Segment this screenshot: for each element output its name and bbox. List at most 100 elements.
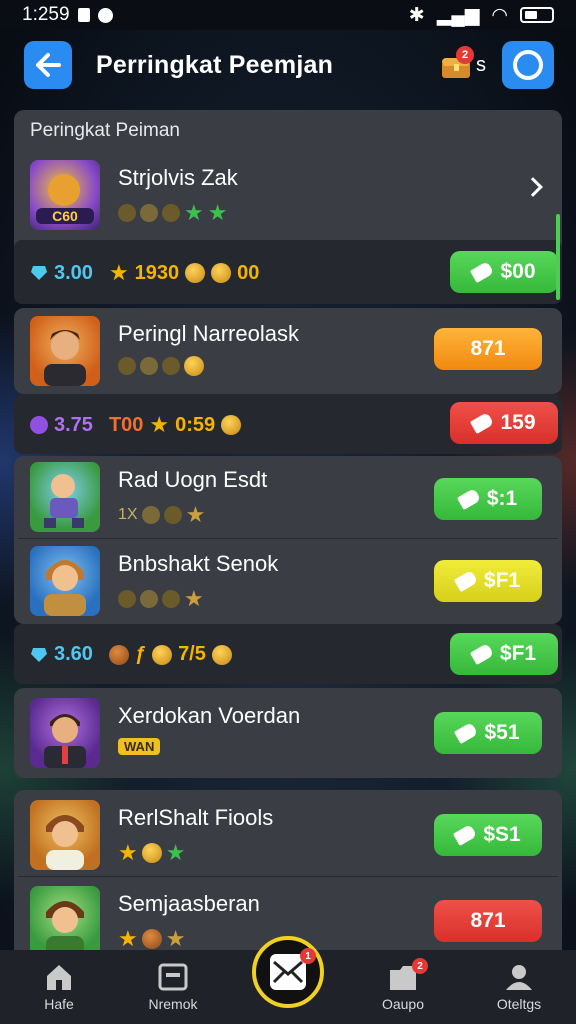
price-button[interactable]: $:1 bbox=[434, 478, 542, 520]
player-row[interactable]: Xerdokan Voerdan WAN $51 bbox=[18, 688, 560, 772]
price-button[interactable]: $F1 bbox=[434, 560, 542, 602]
settings-button[interactable] bbox=[502, 41, 554, 89]
stats-line: 3.60 ƒ 7/5 bbox=[30, 643, 232, 666]
screen-icon bbox=[158, 963, 188, 991]
profile-icon bbox=[506, 965, 532, 990]
app-icon bbox=[97, 7, 113, 23]
badge-icon bbox=[163, 506, 182, 524]
nav-badge: 2 bbox=[412, 958, 428, 974]
wifi-icon: ◠ bbox=[491, 4, 508, 26]
bluetooth-icon: ✱ bbox=[408, 4, 425, 26]
star-icon: ★ bbox=[184, 200, 204, 225]
nav-settings[interactable]: Oteltgs bbox=[474, 962, 564, 1012]
tag-icon bbox=[469, 642, 495, 666]
badge-icon bbox=[118, 357, 136, 375]
badge-icon bbox=[140, 357, 158, 375]
star-icon: ★ bbox=[185, 502, 206, 527]
gem-icon bbox=[31, 266, 47, 280]
star-icon: ★ bbox=[165, 840, 186, 865]
gem-value: 3.00 bbox=[54, 261, 93, 284]
stats-line: 3.75 T00 ★ 0:59 bbox=[30, 412, 242, 438]
player-row[interactable]: Rad Uogn Esdt 1X ★ $:1 bbox=[18, 452, 560, 536]
player-badges: 1X ★ bbox=[118, 502, 205, 528]
player-name: Bnbshakt Senok bbox=[118, 551, 279, 576]
nav-label: Oteltgs bbox=[496, 996, 542, 1012]
price-label: 871 bbox=[470, 909, 506, 932]
nav-network[interactable]: Nremok bbox=[128, 962, 218, 1012]
stat-mid: 1930 bbox=[134, 261, 180, 284]
gem-value: 3.60 bbox=[54, 643, 93, 665]
price-button[interactable]: $F1 bbox=[450, 633, 558, 675]
player-name: Semjaasberan bbox=[118, 891, 260, 916]
player-badges: WAN bbox=[118, 738, 161, 755]
nav-group[interactable]: 2 Oaupo bbox=[358, 958, 448, 1012]
badge-icon bbox=[162, 357, 180, 375]
amethyst-icon bbox=[30, 416, 48, 434]
stats-line: 3.00 ★ 1930 00 bbox=[30, 260, 259, 286]
coin-icon bbox=[141, 929, 162, 949]
stat-mid: T00 bbox=[108, 413, 144, 436]
home-icon bbox=[47, 965, 71, 990]
player-avatar: C60 bbox=[30, 160, 100, 230]
coin-icon bbox=[211, 644, 232, 665]
nav-label: Nremok bbox=[148, 996, 198, 1012]
coin-icon bbox=[211, 263, 232, 283]
price-label: $F1 bbox=[483, 569, 521, 592]
badge-icon bbox=[162, 204, 180, 222]
price-label: $51 bbox=[484, 721, 520, 744]
treasure-chest-button[interactable]: 2 bbox=[440, 46, 474, 80]
badge-icon bbox=[140, 204, 158, 222]
tag-icon bbox=[456, 487, 481, 511]
player-name: Peringl Narreolask bbox=[118, 321, 299, 346]
player-badges bbox=[118, 356, 204, 376]
price-label: $F1 bbox=[499, 642, 537, 665]
stat-sep: ƒ bbox=[134, 643, 147, 665]
back-button[interactable] bbox=[24, 41, 72, 89]
badge-icon bbox=[162, 590, 180, 608]
badge-icon bbox=[118, 204, 136, 222]
section-title: Peringkat Peiman bbox=[30, 120, 180, 141]
player-row[interactable]: Bnbshakt Senok ★ $F1 bbox=[18, 536, 560, 620]
badge-icon bbox=[140, 590, 158, 608]
badge-icon bbox=[141, 506, 160, 524]
player-row[interactable]: Peringl Narreolask 871 bbox=[18, 306, 560, 390]
gem-value: 3.75 bbox=[54, 413, 93, 436]
svg-text:C60: C60 bbox=[52, 208, 78, 224]
stat-time: 0:59 bbox=[175, 413, 216, 436]
clock: 1:259 bbox=[22, 4, 70, 25]
coin-icon bbox=[185, 263, 206, 283]
chest-suffix: s bbox=[476, 54, 486, 76]
player-row[interactable]: RerlShalt Fiools ★ ★ $S1 bbox=[18, 790, 560, 874]
price-button[interactable]: 871 bbox=[434, 328, 542, 370]
player-avatar bbox=[30, 462, 100, 532]
price-button[interactable]: $00 bbox=[450, 251, 558, 293]
badge-text: 1X bbox=[118, 506, 138, 523]
price-button[interactable]: 871 bbox=[434, 900, 542, 942]
price-button[interactable]: 159 bbox=[450, 402, 558, 444]
notification-icon bbox=[77, 8, 90, 22]
player-avatar bbox=[30, 698, 100, 768]
player-avatar bbox=[30, 316, 100, 386]
player-badges: ★ ★ bbox=[118, 840, 185, 866]
player-badges: ★ bbox=[118, 586, 204, 612]
tag-icon bbox=[470, 260, 495, 284]
player-tag: WAN bbox=[118, 738, 161, 755]
player-name: RerlShalt Fiools bbox=[118, 805, 274, 830]
player-name: Rad Uogn Esdt bbox=[118, 467, 268, 492]
scroll-indicator[interactable] bbox=[556, 214, 560, 300]
price-button[interactable]: $S1 bbox=[434, 814, 542, 856]
chevron-right-icon[interactable] bbox=[523, 177, 543, 197]
price-label: 159 bbox=[500, 411, 536, 434]
player-avatar bbox=[30, 886, 100, 956]
nav-home[interactable]: Hafe bbox=[14, 962, 104, 1012]
coin-icon bbox=[152, 644, 173, 665]
star-icon: ★ bbox=[207, 200, 228, 225]
center-action-button[interactable]: 1 bbox=[252, 936, 324, 1008]
gem-icon bbox=[31, 647, 47, 662]
player-avatar bbox=[30, 546, 100, 616]
player-row[interactable]: C60 Strjolvis Zak ★ ★ bbox=[18, 150, 560, 234]
price-button[interactable]: $51 bbox=[434, 712, 542, 754]
coin-icon bbox=[184, 356, 204, 376]
stat-mid: 7/5 bbox=[178, 643, 206, 665]
nav-label: Oaupo bbox=[381, 996, 425, 1012]
